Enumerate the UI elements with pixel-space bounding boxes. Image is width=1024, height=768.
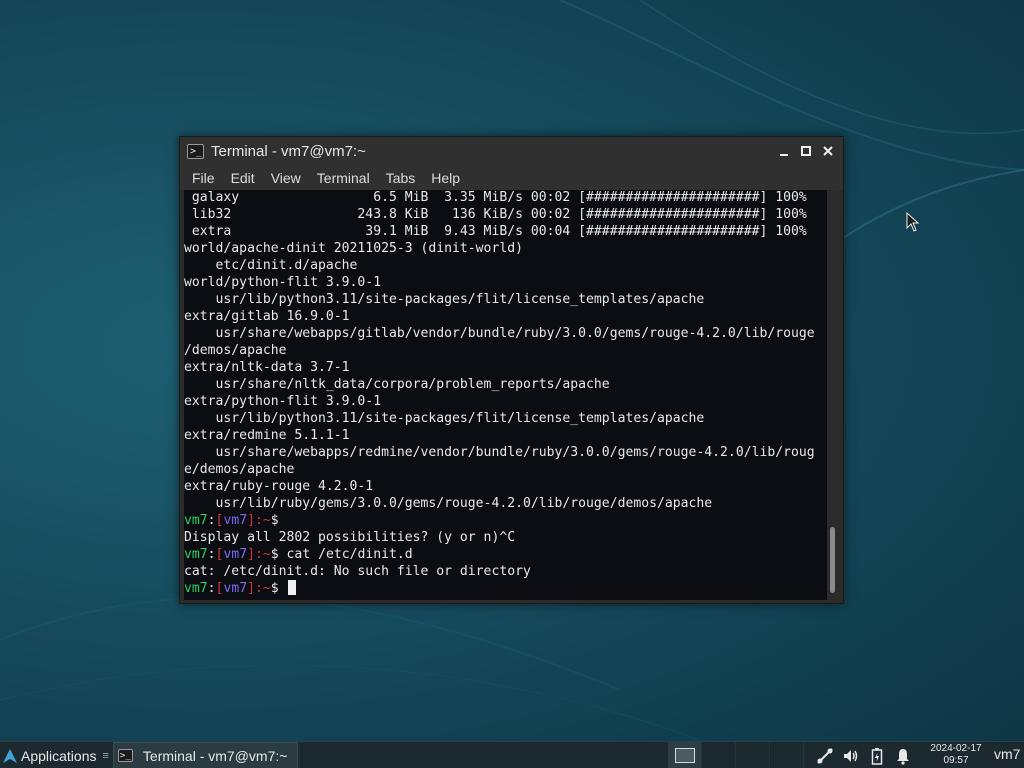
network-icon [817, 747, 833, 764]
taskbar: Applications ≡ >_ Terminal - vm7@vm7:~ 2… [0, 741, 1024, 768]
terminal-lines: galaxy 6.5 MiB 3.35 MiB/s 00:02 [#######… [184, 190, 827, 597]
workspace-3[interactable] [736, 742, 770, 768]
terminal-icon: >_ [187, 143, 204, 159]
terminal-output[interactable]: galaxy 6.5 MiB 3.35 MiB/s 00:02 [#######… [184, 190, 827, 600]
terminal-line: lib32 243.8 KiB 136 KiB/s 00:02 [#######… [184, 207, 807, 222]
prompt-line: vm7:[vm7]:~$ [184, 580, 827, 597]
close-icon [823, 146, 833, 156]
workspace-4[interactable] [770, 742, 804, 768]
network-button[interactable] [812, 742, 838, 768]
prompt-colon: : [207, 581, 216, 596]
notifications-button[interactable] [890, 742, 916, 768]
prompt-command: cat /etc/dinit.d [286, 547, 413, 562]
terminal-line: cat: /etc/dinit.d: No such file or direc… [184, 564, 531, 579]
scrollbar-thumb[interactable] [830, 527, 835, 593]
minimize-icon [780, 154, 788, 156]
menu-help[interactable]: Help [423, 168, 468, 188]
menu-tabs[interactable]: Tabs [378, 168, 424, 188]
prompt-line: vm7:[vm7]:~$ cat /etc/dinit.d [184, 546, 827, 563]
terminal-line: usr/lib/python3.11/site-packages/flit/li… [184, 411, 705, 426]
terminal-line: Display all 2802 possibilities? (y or n)… [184, 530, 516, 545]
battery-button[interactable] [864, 742, 890, 768]
user-menu-button[interactable]: vm7 [994, 746, 1020, 762]
terminal-line: extra/python-flit 3.9.0-1 [184, 394, 382, 409]
terminal-line: usr/share/webapps/gitlab/vendor/bundle/r… [184, 326, 815, 341]
prompt-bracket-close: ] [247, 547, 255, 562]
mouse-pointer-icon [906, 212, 920, 232]
separator-handle-icon: ≡ [102, 749, 109, 762]
prompt-colon: : [207, 547, 216, 562]
terminal-line: world/python-flit 3.9.0-1 [184, 275, 382, 290]
terminal-line: usr/lib/python3.11/site-packages/flit/li… [184, 292, 705, 307]
terminal-line: extra 39.1 MiB 9.43 MiB/s 00:04 [#######… [184, 224, 807, 239]
applications-logo-icon [3, 748, 17, 763]
minimize-button[interactable] [773, 140, 795, 162]
taskbar-terminal-button[interactable]: >_ Terminal - vm7@vm7:~ [112, 742, 299, 768]
prompt-user: vm7 [223, 513, 248, 528]
prompt-host: vm7 [184, 513, 208, 528]
battery-icon [871, 747, 883, 765]
prompt-dollar: $ [270, 547, 287, 562]
taskbar-task-label: Terminal - vm7@vm7:~ [142, 747, 288, 764]
terminal-line: etc/dinit.d/apache [184, 258, 358, 273]
terminal-line: e/demos/apache [184, 462, 295, 477]
prompt-line: vm7:[vm7]:~$ [184, 512, 827, 529]
prompt-bracket-close: ] [247, 581, 255, 596]
system-tray [812, 742, 916, 768]
menu-edit[interactable]: Edit [223, 168, 263, 188]
workspace-switcher [668, 742, 804, 768]
prompt-bracket-close: ] [247, 513, 255, 528]
terminal-line: extra/gitlab 16.9.0-1 [184, 309, 350, 324]
terminal-line: world/apache-dinit 20211025-3 (dinit-wor… [184, 241, 523, 256]
prompt-user: vm7 [223, 581, 248, 596]
prompt-host: vm7 [184, 581, 208, 596]
window-titlebar[interactable]: >_ Terminal - vm7@vm7:~ [180, 137, 843, 165]
menu-bar: File Edit View Terminal Tabs Help [180, 165, 843, 190]
close-button[interactable] [817, 140, 839, 162]
terminal-line: usr/share/webapps/redmine/vendor/bundle/… [184, 445, 815, 460]
clock-time: 09:57 [943, 755, 969, 766]
clock[interactable]: 2024-02-17 09:57 [922, 743, 990, 767]
bell-icon [897, 748, 909, 765]
prompt-path: :~ [254, 513, 271, 528]
prompt-host: vm7 [184, 547, 208, 562]
terminal-line: /demos/apache [184, 343, 287, 358]
terminal-line: extra/redmine 5.1.1-1 [184, 428, 350, 443]
maximize-button[interactable] [795, 140, 817, 162]
terminal-line: extra/ruby-rouge 4.2.0-1 [184, 479, 374, 494]
volume-button[interactable] [838, 742, 864, 768]
workspace-2[interactable] [702, 742, 736, 768]
prompt-dollar: $ [270, 581, 287, 596]
prompt-user: vm7 [223, 547, 248, 562]
prompt-dollar: $ [270, 513, 287, 528]
window-title: Terminal - vm7@vm7:~ [211, 142, 366, 160]
terminal-line: extra/nltk-data 3.7-1 [184, 360, 350, 375]
terminal-line: usr/lib/ruby/gems/3.0.0/gems/rouge-4.2.0… [184, 496, 713, 511]
applications-menu-button[interactable]: Applications [0, 742, 101, 768]
prompt-colon: : [207, 513, 216, 528]
menu-terminal[interactable]: Terminal [309, 168, 378, 188]
text-cursor [287, 580, 296, 595]
terminal-window[interactable]: >_ Terminal - vm7@vm7:~ File Edit View T… [179, 136, 844, 604]
menu-view[interactable]: View [263, 168, 309, 188]
volume-icon [844, 749, 858, 762]
workspace-1[interactable] [668, 742, 702, 768]
prompt-path: :~ [254, 581, 271, 596]
clock-date: 2024-02-17 [930, 743, 982, 754]
terminal-icon: >_ [117, 749, 133, 762]
terminal-scrollbar[interactable] [827, 190, 839, 600]
terminal-line: galaxy 6.5 MiB 3.35 MiB/s 00:02 [#######… [184, 190, 807, 205]
applications-label: Applications [21, 747, 97, 764]
menu-file[interactable]: File [184, 168, 223, 188]
maximize-icon [801, 146, 811, 156]
terminal-line: usr/share/nltk_data/corpora/problem_repo… [184, 377, 610, 392]
prompt-path: :~ [254, 547, 271, 562]
